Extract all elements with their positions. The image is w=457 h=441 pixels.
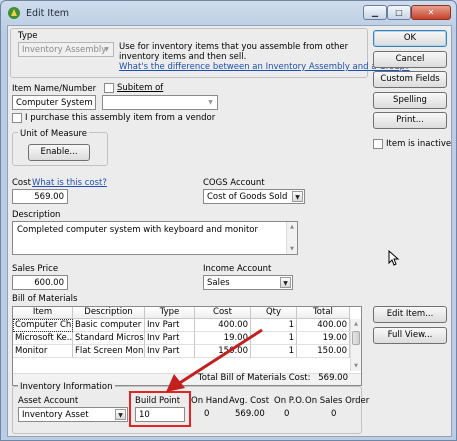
cell-item[interactable]: Computer Ch...: [13, 319, 73, 332]
cell-description[interactable]: Standard Micros...: [73, 332, 145, 345]
scroll-down-icon[interactable]: ▼: [351, 361, 361, 371]
item-inactive-checkbox[interactable]: [373, 139, 383, 149]
print-button[interactable]: Print...: [373, 112, 447, 129]
sales-price-label: Sales Price: [12, 264, 59, 274]
dialog-body: Type Inventory Assembly ▼ Use for invent…: [7, 25, 452, 437]
col-description-header[interactable]: Description: [73, 307, 145, 319]
subitem-checkbox[interactable]: [104, 83, 114, 93]
cell-description[interactable]: Flat Screen Moni...: [73, 345, 145, 358]
asset-account-label: Asset Account: [18, 396, 79, 406]
cell-description[interactable]: Basic computer ...: [73, 319, 145, 332]
sales-price-value: 600.00: [34, 278, 64, 288]
full-view-button[interactable]: Full View...: [373, 327, 447, 344]
edit-item-window: Edit Item ▁ □ ✕ Type Inventory Assembly …: [0, 0, 457, 441]
chevron-down-icon: ▼: [280, 277, 291, 288]
minimize-button[interactable]: ▁: [363, 5, 387, 20]
type-description: Use for inventory items that you assembl…: [119, 42, 349, 62]
description-value: Completed computer system with keyboard …: [17, 225, 259, 235]
avg-cost-label: Avg. Cost: [229, 396, 270, 406]
scroll-up-icon[interactable]: ▲: [351, 319, 361, 329]
cell-item[interactable]: Microsoft Ke...: [13, 332, 73, 345]
on-sales-order-label: On Sales Order: [305, 396, 370, 406]
cell-item[interactable]: Monitor: [13, 345, 73, 358]
item-name-label: Item Name/Number: [12, 84, 97, 94]
cell-total[interactable]: 150.00: [297, 345, 350, 358]
enable-button[interactable]: Enable...: [28, 144, 90, 161]
custom-fields-button[interactable]: Custom Fields: [373, 71, 447, 88]
col-cost-header[interactable]: Cost: [195, 307, 251, 319]
build-point-highlight-box: [129, 391, 191, 427]
col-type-header[interactable]: Type: [145, 307, 195, 319]
on-hand-label: On Hand: [191, 396, 229, 406]
cancel-button[interactable]: Cancel: [373, 51, 447, 68]
col-total-header[interactable]: Total: [297, 307, 350, 319]
col-qty-header[interactable]: Qty: [251, 307, 297, 319]
unit-of-measure-label: Unit of Measure: [18, 129, 90, 139]
col-item-header[interactable]: Item: [13, 307, 73, 319]
on-hand-value: 0: [204, 409, 210, 419]
item-name-value: Computer System: [16, 98, 93, 108]
maximize-button[interactable]: □: [387, 5, 411, 20]
close-button[interactable]: ✕: [411, 5, 451, 20]
on-po-value: 0: [284, 409, 290, 419]
cell-total[interactable]: 400.00: [297, 319, 350, 332]
description-scrollbar[interactable]: ▲ ▼: [286, 222, 297, 254]
bill-of-materials-label: Bill of Materials: [12, 294, 78, 304]
sales-price-input[interactable]: 600.00: [12, 275, 68, 290]
cogs-account-dropdown[interactable]: Cost of Goods Sold ▼: [203, 189, 305, 204]
income-account-label: Income Account: [203, 264, 272, 274]
income-account-value: Sales: [207, 278, 230, 288]
scroll-down-icon[interactable]: ▼: [287, 244, 297, 254]
asset-account-value: Inventory Asset: [22, 410, 89, 420]
purchase-vendor-label: I purchase this assembly item from a ven…: [25, 113, 216, 123]
annotation-arrow: [166, 328, 263, 392]
scroll-up-icon[interactable]: ▲: [287, 222, 297, 232]
on-po-label: On P.O.: [274, 396, 305, 406]
cogs-account-label: COGS Account: [203, 178, 265, 188]
subitem-label: Subitem of: [117, 83, 164, 93]
scroll-thumb[interactable]: [352, 331, 360, 345]
item-name-input[interactable]: Computer System: [12, 95, 96, 110]
chevron-down-icon: ▼: [115, 409, 126, 420]
window-title: Edit Item: [26, 7, 70, 19]
type-value: Inventory Assembly: [22, 45, 107, 55]
bom-header-row: Item Description Type Cost Qty Total: [13, 307, 350, 319]
edit-item-button[interactable]: Edit Item...: [373, 306, 447, 323]
cost-input[interactable]: 569.00: [12, 189, 68, 204]
on-sales-order-value: 0: [331, 409, 337, 419]
bom-total-value: 569.00: [318, 373, 348, 383]
chevron-down-icon: ▼: [208, 99, 213, 106]
type-label: Type: [18, 31, 38, 41]
income-account-dropdown[interactable]: Sales ▼: [203, 275, 293, 290]
app-icon: [8, 7, 20, 19]
inventory-information-label: Inventory Information: [18, 382, 115, 392]
type-difference-link[interactable]: What's the difference between an Invento…: [119, 62, 410, 72]
avg-cost-value: 569.00: [235, 409, 265, 419]
description-textarea[interactable]: Completed computer system with keyboard …: [12, 221, 298, 255]
cost-label: Cost: [12, 178, 31, 188]
cost-value: 569.00: [34, 192, 64, 202]
description-label: Description: [12, 210, 61, 220]
bom-vertical-scrollbar[interactable]: ▲ ▼: [350, 319, 361, 371]
asset-account-dropdown[interactable]: Inventory Asset ▼: [18, 407, 128, 422]
cell-total[interactable]: 19.00: [297, 332, 350, 345]
type-dropdown[interactable]: Inventory Assembly ▼: [18, 42, 114, 57]
cursor-icon: [388, 250, 400, 266]
purchase-vendor-checkbox[interactable]: [12, 113, 22, 123]
cogs-account-value: Cost of Goods Sold: [207, 192, 288, 202]
spelling-button[interactable]: Spelling: [373, 92, 447, 109]
chevron-down-icon: ▼: [104, 46, 109, 53]
subitem-dropdown[interactable]: ▼: [102, 95, 218, 110]
what-is-this-cost-link[interactable]: What is this cost?: [32, 178, 107, 188]
item-inactive-label: Item is inactive: [386, 139, 452, 149]
chevron-down-icon: ▼: [292, 191, 303, 202]
ok-button[interactable]: OK: [373, 30, 447, 47]
